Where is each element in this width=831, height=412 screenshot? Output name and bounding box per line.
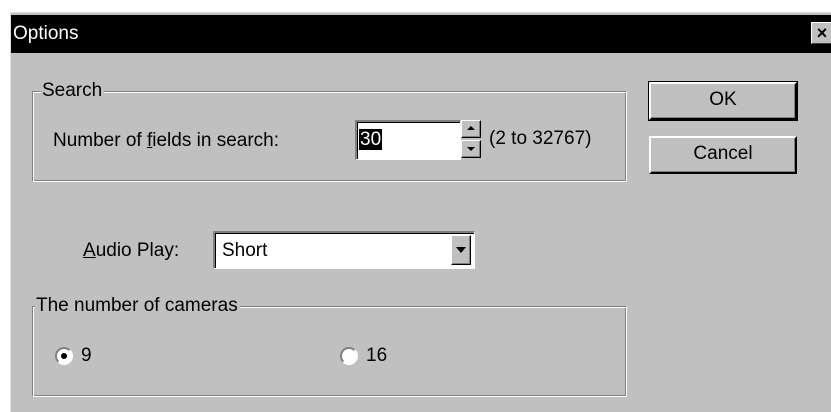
radio-16[interactable] [340, 347, 358, 365]
close-icon: × [816, 23, 828, 43]
camera-option-9[interactable]: 9 [55, 345, 115, 369]
camera-option-9-label: 9 [81, 345, 92, 366]
cancel-button[interactable]: Cancel [649, 136, 797, 174]
fields-in-search-value: 30 [359, 129, 383, 150]
camera-option-16[interactable]: 16 [340, 345, 410, 369]
options-dialog: Options × Search Number of fields in sea… [10, 12, 831, 412]
audio-play-selected: Short [222, 240, 268, 261]
title-bar[interactable]: Options × [11, 13, 831, 53]
audio-play-combobox[interactable]: Short [213, 231, 475, 269]
arrow-down-icon [467, 147, 475, 151]
camera-option-16-label: 16 [366, 345, 388, 366]
close-button[interactable]: × [811, 22, 831, 44]
radio-9[interactable] [55, 347, 73, 365]
fields-in-search-label: Number of fields in search: [53, 130, 279, 151]
cameras-groupbox: The number of cameras 9 16 [32, 295, 627, 397]
fields-in-search-input[interactable]: 30 [355, 120, 461, 160]
radio-checked-dot [61, 353, 67, 359]
chevron-down-icon [456, 247, 466, 253]
spin-down-button[interactable] [461, 140, 481, 158]
spin-up-button[interactable] [461, 120, 481, 138]
cameras-group-legend: The number of cameras [35, 295, 240, 317]
search-group-legend: Search [41, 80, 105, 102]
search-groupbox: Search Number of fields in search: 30 (2… [32, 80, 627, 182]
ok-button[interactable]: OK [648, 81, 798, 121]
range-hint: (2 to 32767) [489, 128, 592, 149]
audio-play-label: Audio Play: [83, 240, 180, 261]
arrow-up-icon [467, 126, 475, 130]
window-title: Options [13, 23, 79, 44]
audio-play-dropdown-button[interactable] [451, 235, 471, 265]
